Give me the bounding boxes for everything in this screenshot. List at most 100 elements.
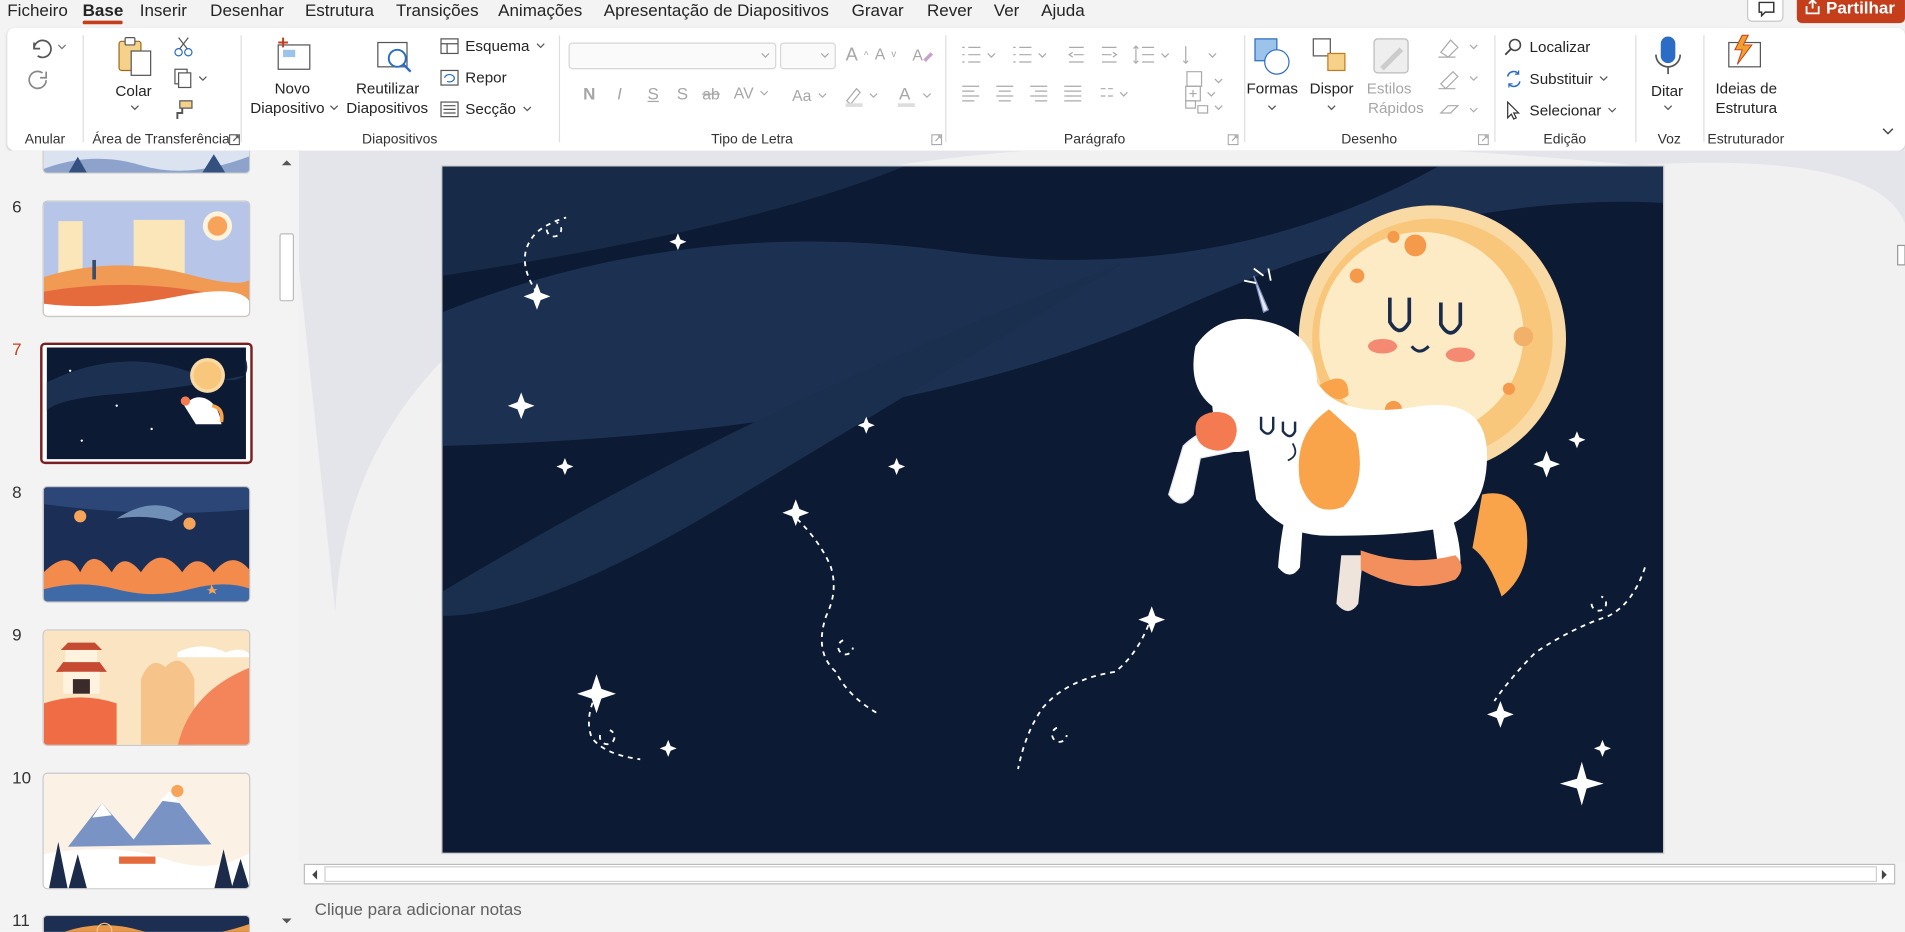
shadow-button[interactable]: S — [677, 84, 688, 103]
section-label: Secção — [465, 100, 516, 118]
menu-gravar[interactable]: Gravar — [852, 0, 904, 19]
collapse-ribbon-icon[interactable] — [1881, 125, 1896, 137]
layout-button[interactable]: Esquema — [440, 38, 545, 55]
font-color-icon[interactable]: A — [897, 84, 933, 108]
canvas-horizontal-scrollbar[interactable] — [303, 863, 1896, 885]
menu-animacoes[interactable]: Animações — [498, 0, 582, 19]
char-spacing-label: AV — [733, 83, 754, 103]
menu-ficheiro[interactable]: Ficheiro — [7, 0, 67, 19]
smartart-icon[interactable] — [1183, 96, 1227, 118]
replace-button[interactable]: Substituir — [1504, 69, 1609, 88]
shape-format-icons[interactable] — [1434, 35, 1483, 132]
slide-thumbnail-5[interactable] — [42, 150, 251, 174]
menu-base[interactable]: Base — [82, 0, 124, 25]
clear-formatting-icon[interactable]: A — [911, 45, 934, 64]
menu-ver[interactable]: Ver — [994, 0, 1020, 19]
menu-apresentacao[interactable]: Apresentação de Diapositivos — [604, 0, 829, 19]
slide-number-current: 7 — [12, 338, 22, 359]
paste-label: Colar — [115, 82, 152, 100]
group-drawing: Formas Dispor Estilos Rápidos Desenho — [1244, 28, 1494, 151]
undo-icon[interactable] — [27, 35, 71, 62]
slide-number: 11 — [12, 909, 30, 930]
char-spacing-button[interactable]: AV — [734, 84, 770, 102]
format-painter-icon[interactable] — [173, 98, 195, 120]
italic-button[interactable]: I — [617, 84, 622, 103]
dialog-launcher-icon[interactable] — [228, 134, 240, 146]
scroll-left-icon[interactable] — [310, 869, 320, 881]
cut-icon[interactable] — [173, 35, 195, 57]
share-icon — [1805, 0, 1820, 15]
chevron-down-icon — [818, 92, 827, 98]
section-button[interactable]: Secção — [440, 101, 532, 118]
group-label-voice: Voz — [1657, 132, 1681, 148]
slide-thumbnail-11[interactable] — [42, 914, 251, 932]
group-undo: Anular — [7, 28, 82, 151]
scroll-up-icon[interactable] — [281, 158, 293, 168]
chevron-down-icon — [1663, 105, 1673, 111]
slide-thumbnail-7[interactable] — [40, 342, 253, 465]
chevron-down-icon — [522, 106, 531, 112]
slide-5-preview — [43, 150, 250, 173]
group-label-editing: Edição — [1543, 132, 1587, 148]
find-button[interactable]: Localizar — [1504, 38, 1590, 57]
comments-button[interactable] — [1747, 0, 1784, 22]
underline-button[interactable]: S — [648, 84, 659, 103]
select-button[interactable]: Selecionar — [1504, 100, 1617, 120]
cursor-icon — [1507, 100, 1521, 120]
decrease-font-button[interactable]: Av — [875, 45, 896, 63]
scroll-marker-icon[interactable] — [1893, 243, 1905, 267]
slide-thumbnail-9[interactable] — [42, 629, 251, 746]
chevron-down-icon — [130, 105, 139, 111]
font-size-select[interactable] — [779, 42, 836, 70]
chevron-down-icon — [760, 90, 769, 96]
chevron-down-icon — [820, 53, 829, 58]
h-scrollbar-thumb[interactable] — [324, 866, 1878, 883]
current-slide[interactable] — [442, 166, 1664, 853]
thumbnail-scrollbar[interactable] — [276, 155, 298, 932]
scroll-right-icon[interactable] — [1879, 869, 1889, 881]
slide-thumbnail-8[interactable] — [42, 485, 251, 603]
group-editing: Localizar Substituir Selecionar Edição — [1494, 28, 1635, 151]
menu-rever[interactable]: Rever — [927, 0, 972, 19]
menu-transicoes[interactable]: Transições — [396, 0, 479, 19]
share-button[interactable]: Partilhar — [1796, 0, 1905, 24]
highlight-icon[interactable] — [843, 84, 879, 108]
menu-ajuda[interactable]: Ajuda — [1041, 0, 1085, 19]
reuse-slides-label-1: Reutilizar — [355, 80, 420, 98]
group-label-slides: Diapositivos — [362, 132, 438, 148]
redo-icon[interactable] — [27, 67, 54, 94]
scrollbar-thumb[interactable] — [279, 233, 295, 302]
arrange-label: Dispor — [1309, 80, 1354, 98]
chevron-down-icon — [1267, 105, 1277, 111]
group-designer: Ideias de Estrutura Estruturador — [1703, 28, 1788, 151]
dialog-launcher-icon[interactable] — [1227, 134, 1239, 146]
menu-estrutura[interactable]: Estrutura — [305, 0, 374, 19]
slide-6-preview — [43, 201, 250, 316]
bold-button[interactable]: N — [583, 84, 595, 103]
slide-9-preview — [43, 630, 250, 745]
chevron-down-icon — [1327, 105, 1336, 111]
menu-bar: Ficheiro Base Inserir Desenhar Estrutura… — [0, 0, 1905, 25]
notes-placeholder[interactable]: Clique para adicionar notas — [315, 899, 522, 918]
text-direction-icon[interactable] — [1183, 69, 1227, 91]
group-clipboard: Colar Área de Transferência — [83, 28, 241, 151]
list-indent-icons[interactable] — [960, 43, 1235, 67]
menu-desenhar[interactable]: Desenhar — [210, 0, 284, 19]
reset-button[interactable]: Repor — [440, 69, 507, 86]
copy-icon[interactable] — [173, 67, 207, 89]
slide-thumbnail-6[interactable] — [42, 200, 251, 318]
dialog-launcher-icon[interactable] — [931, 134, 943, 146]
ribbon: Anular Colar Área de Transferência Novo … — [7, 27, 1905, 151]
reuse-slides-icon — [377, 41, 412, 73]
group-slides: Novo Diapositivo Reutilizar Diapositivos… — [241, 28, 559, 151]
strikethrough-button[interactable]: ab — [702, 85, 720, 103]
increase-font-button[interactable]: A ^ — [846, 45, 869, 66]
font-family-select[interactable] — [568, 42, 777, 70]
select-label: Selecionar — [1529, 102, 1602, 120]
slide-thumbnail-10[interactable] — [42, 772, 251, 890]
change-case-button[interactable]: Aa — [792, 86, 827, 104]
dialog-launcher-icon[interactable] — [1477, 134, 1489, 146]
menu-inserir[interactable]: Inserir — [140, 0, 187, 19]
group-label-font: Tipo de Letra — [711, 132, 793, 148]
scroll-down-icon[interactable] — [281, 916, 293, 926]
